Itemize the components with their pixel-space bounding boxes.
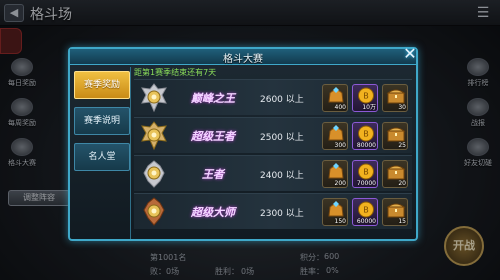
rank-badge-icon — [140, 159, 168, 189]
rank-score: 2400 以上 — [260, 171, 304, 181]
reward-item[interactable]: 15 — [382, 198, 408, 226]
reward-item[interactable]: 25 — [382, 122, 408, 150]
reward-item[interactable]: 300 — [322, 122, 348, 150]
rank-badge-icon — [140, 121, 168, 151]
rank-badge-icon — [140, 83, 168, 113]
tournament-modal: 格斗大赛 ✕ 赛季奖励 赛季说明 名人堂 距第1赛季结束还有7天 巅峰之王 26… — [68, 45, 418, 241]
reward-qty: 20 — [398, 180, 406, 187]
reward-qty: 30 — [398, 104, 406, 111]
reward-qty: 150 — [334, 218, 346, 225]
diamond-bag-icon — [328, 87, 344, 103]
tab-hall-of-fame[interactable]: 名人堂 — [74, 143, 130, 171]
treasure-chest-icon — [386, 127, 406, 142]
reward-qty: 70000 — [356, 180, 376, 187]
diamond-bag-icon — [328, 201, 344, 217]
rank-score: 2500 以上 — [260, 133, 304, 143]
reward-item[interactable]: 150 — [322, 198, 348, 226]
treasure-chest-icon — [386, 203, 406, 218]
reward-qty: 80000 — [356, 142, 376, 149]
reward-qty: 15 — [398, 218, 406, 225]
svg-text:B: B — [363, 92, 369, 101]
rank-badge-icon — [140, 197, 168, 227]
reward-row: 巅峰之王 2600 以上 400 B 10万 30 — [134, 79, 412, 115]
reward-qty: 300 — [334, 142, 346, 149]
reward-item[interactable]: B 10万 — [352, 84, 378, 112]
close-icon: ✕ — [403, 44, 417, 63]
reward-item[interactable]: B 60000 — [352, 198, 378, 226]
gold-coin-icon: B — [358, 163, 374, 180]
rank-name: 巅峰之王 — [174, 90, 252, 106]
reward-qty: 400 — [334, 104, 346, 111]
rank-name: 超级王者 — [174, 128, 252, 144]
rank-name: 王者 — [174, 166, 252, 182]
reward-item[interactable]: 30 — [382, 84, 408, 112]
reward-item[interactable]: 400 — [322, 84, 348, 112]
tab-divider — [130, 67, 131, 239]
tab-season-rewards[interactable]: 赛季奖励 — [74, 71, 130, 99]
reward-row: 王者 2400 以上 200 B 70000 20 — [134, 155, 412, 191]
rank-name: 超级大师 — [174, 204, 252, 220]
reward-item[interactable]: B 80000 — [352, 122, 378, 150]
reward-qty: 10万 — [362, 104, 376, 111]
reward-qty: 60000 — [356, 218, 376, 225]
reward-item[interactable]: 20 — [382, 160, 408, 188]
reward-item[interactable]: 200 — [322, 160, 348, 188]
reward-item[interactable]: B 70000 — [352, 160, 378, 188]
reward-qty: 25 — [398, 142, 406, 149]
season-countdown: 距第1赛季结束还有7天 — [134, 68, 217, 77]
treasure-chest-icon — [386, 89, 406, 104]
gold-coin-icon: B — [358, 125, 374, 142]
modal-title: 格斗大赛 — [223, 54, 263, 65]
svg-text:B: B — [363, 130, 369, 139]
gold-coin-icon: B — [358, 201, 374, 218]
close-button[interactable]: ✕ — [402, 45, 418, 63]
svg-text:B: B — [363, 206, 369, 215]
diamond-bag-icon — [328, 163, 344, 179]
tab-season-info[interactable]: 赛季说明 — [74, 107, 130, 135]
reward-row: 超级大师 2300 以上 150 B 60000 15 — [134, 193, 412, 229]
svg-text:B: B — [363, 168, 369, 177]
diamond-bag-icon — [328, 125, 344, 141]
reward-row: 超级王者 2500 以上 300 B 80000 25 — [134, 117, 412, 153]
treasure-chest-icon — [386, 165, 406, 180]
rank-score: 2600 以上 — [260, 95, 304, 105]
modal-header: 格斗大赛 — [70, 49, 416, 65]
reward-qty: 200 — [334, 180, 346, 187]
rank-score: 2300 以上 — [260, 209, 304, 219]
